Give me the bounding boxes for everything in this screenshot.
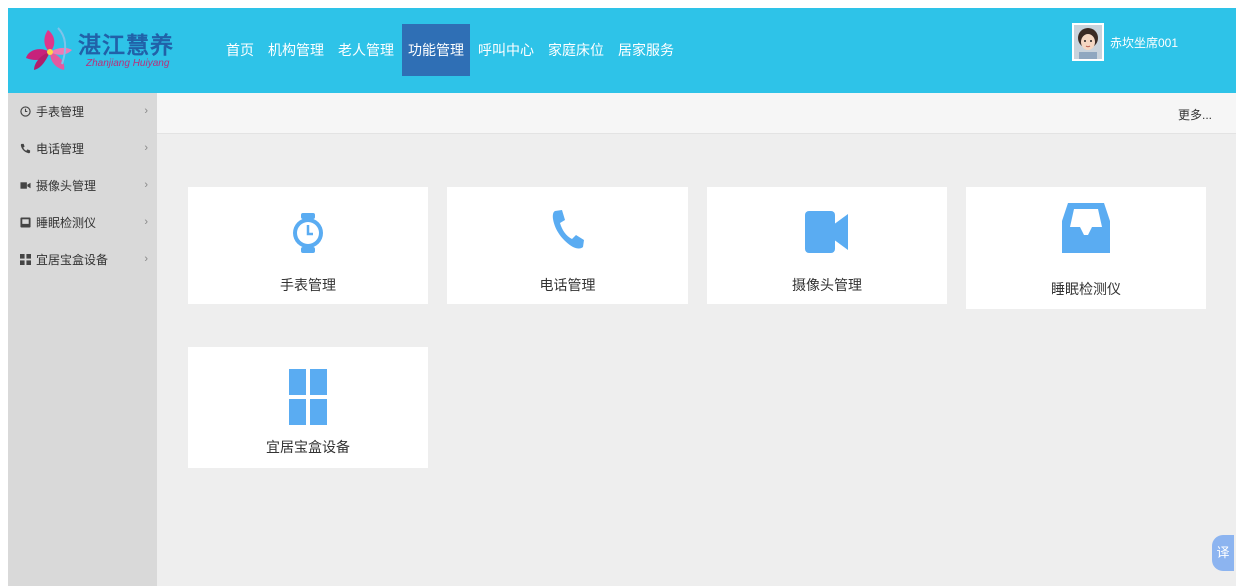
camera-icon <box>805 211 848 253</box>
avatar[interactable] <box>1071 23 1104 61</box>
card-label: 电话管理 <box>539 277 596 293</box>
sidebar-item-label: 手表管理 <box>36 105 85 119</box>
card-label: 睡眠检测仪 <box>1051 281 1121 297</box>
sidebar-item-camera[interactable]: 摄像头管理 › <box>8 167 157 204</box>
brand-subtitle: Zhanjiang Huiyang <box>86 58 170 69</box>
sidebar: 手表管理 › 电话管理 › 摄像头管理 › 睡眠检测仪 › 宜居宝盒设备 › <box>8 93 157 586</box>
clock-icon <box>293 213 323 253</box>
card-phone-management[interactable]: 电话管理 <box>447 187 688 304</box>
sidebar-item-phone[interactable]: 电话管理 › <box>8 130 157 167</box>
top-header: 湛江慧养 Zhanjiang Huiyang 首页 机构管理 老人管理 功能管理… <box>8 8 1236 93</box>
card-watch-management[interactable]: 手表管理 <box>188 187 428 304</box>
app-frame: 湛江慧养 Zhanjiang Huiyang 首页 机构管理 老人管理 功能管理… <box>8 8 1236 586</box>
card-label: 手表管理 <box>280 277 336 293</box>
camera-icon <box>19 180 31 192</box>
sidebar-item-home-box[interactable]: 宜居宝盒设备 › <box>8 241 157 278</box>
sleep-monitor-icon <box>19 217 31 229</box>
sleep-monitor-icon <box>1062 203 1110 253</box>
sidebar-item-watch[interactable]: 手表管理 › <box>8 93 157 130</box>
more-link[interactable]: 更多... <box>1178 106 1212 123</box>
chevron-right-icon: › <box>144 216 148 228</box>
nav-elderly-management[interactable]: 老人管理 <box>332 24 400 76</box>
chevron-right-icon: › <box>144 142 148 154</box>
sidebar-item-label: 电话管理 <box>36 142 85 156</box>
sidebar-item-label: 宜居宝盒设备 <box>36 253 109 267</box>
sidebar-item-label: 摄像头管理 <box>36 179 97 193</box>
grid-icon <box>19 254 31 266</box>
avatar-face-icon <box>1073 25 1102 59</box>
brand-name: 湛江慧养 <box>78 32 174 58</box>
nav-home-service[interactable]: 居家服务 <box>612 24 680 76</box>
card-label: 摄像头管理 <box>792 277 862 293</box>
nav-home[interactable]: 首页 <box>220 24 260 76</box>
main-nav: 首页 机构管理 老人管理 功能管理 呼叫中心 家庭床位 居家服务 <box>220 24 682 76</box>
card-label: 宜居宝盒设备 <box>266 439 350 455</box>
sidebar-item-label: 睡眠检测仪 <box>36 216 97 230</box>
phone-icon <box>19 143 31 155</box>
brand-logo[interactable]: 湛江慧养 Zhanjiang Huiyang <box>20 22 190 76</box>
nav-function-management[interactable]: 功能管理 <box>402 24 470 76</box>
sub-header-bar: 更多... <box>157 93 1236 134</box>
sidebar-item-sleep-monitor[interactable]: 睡眠检测仪 › <box>8 204 157 241</box>
card-camera-management[interactable]: 摄像头管理 <box>707 187 947 304</box>
logo-flower-icon <box>26 27 72 70</box>
chevron-right-icon: › <box>144 179 148 191</box>
chevron-right-icon: › <box>144 253 148 265</box>
chevron-right-icon: › <box>144 105 148 117</box>
user-name[interactable]: 赤坎坐席001 <box>1110 34 1178 51</box>
card-home-box-device[interactable]: 宜居宝盒设备 <box>188 347 428 468</box>
grid-icon <box>289 369 327 425</box>
nav-call-center[interactable]: 呼叫中心 <box>472 24 540 76</box>
card-sleep-monitor[interactable]: 睡眠检测仪 <box>966 187 1206 309</box>
phone-icon <box>552 210 584 249</box>
nav-institution-management[interactable]: 机构管理 <box>262 24 330 76</box>
translate-button[interactable]: 译 <box>1212 535 1234 571</box>
user-menu[interactable]: 赤坎坐席001 <box>1071 23 1178 61</box>
clock-icon <box>19 106 31 118</box>
nav-family-bed[interactable]: 家庭床位 <box>542 24 610 76</box>
